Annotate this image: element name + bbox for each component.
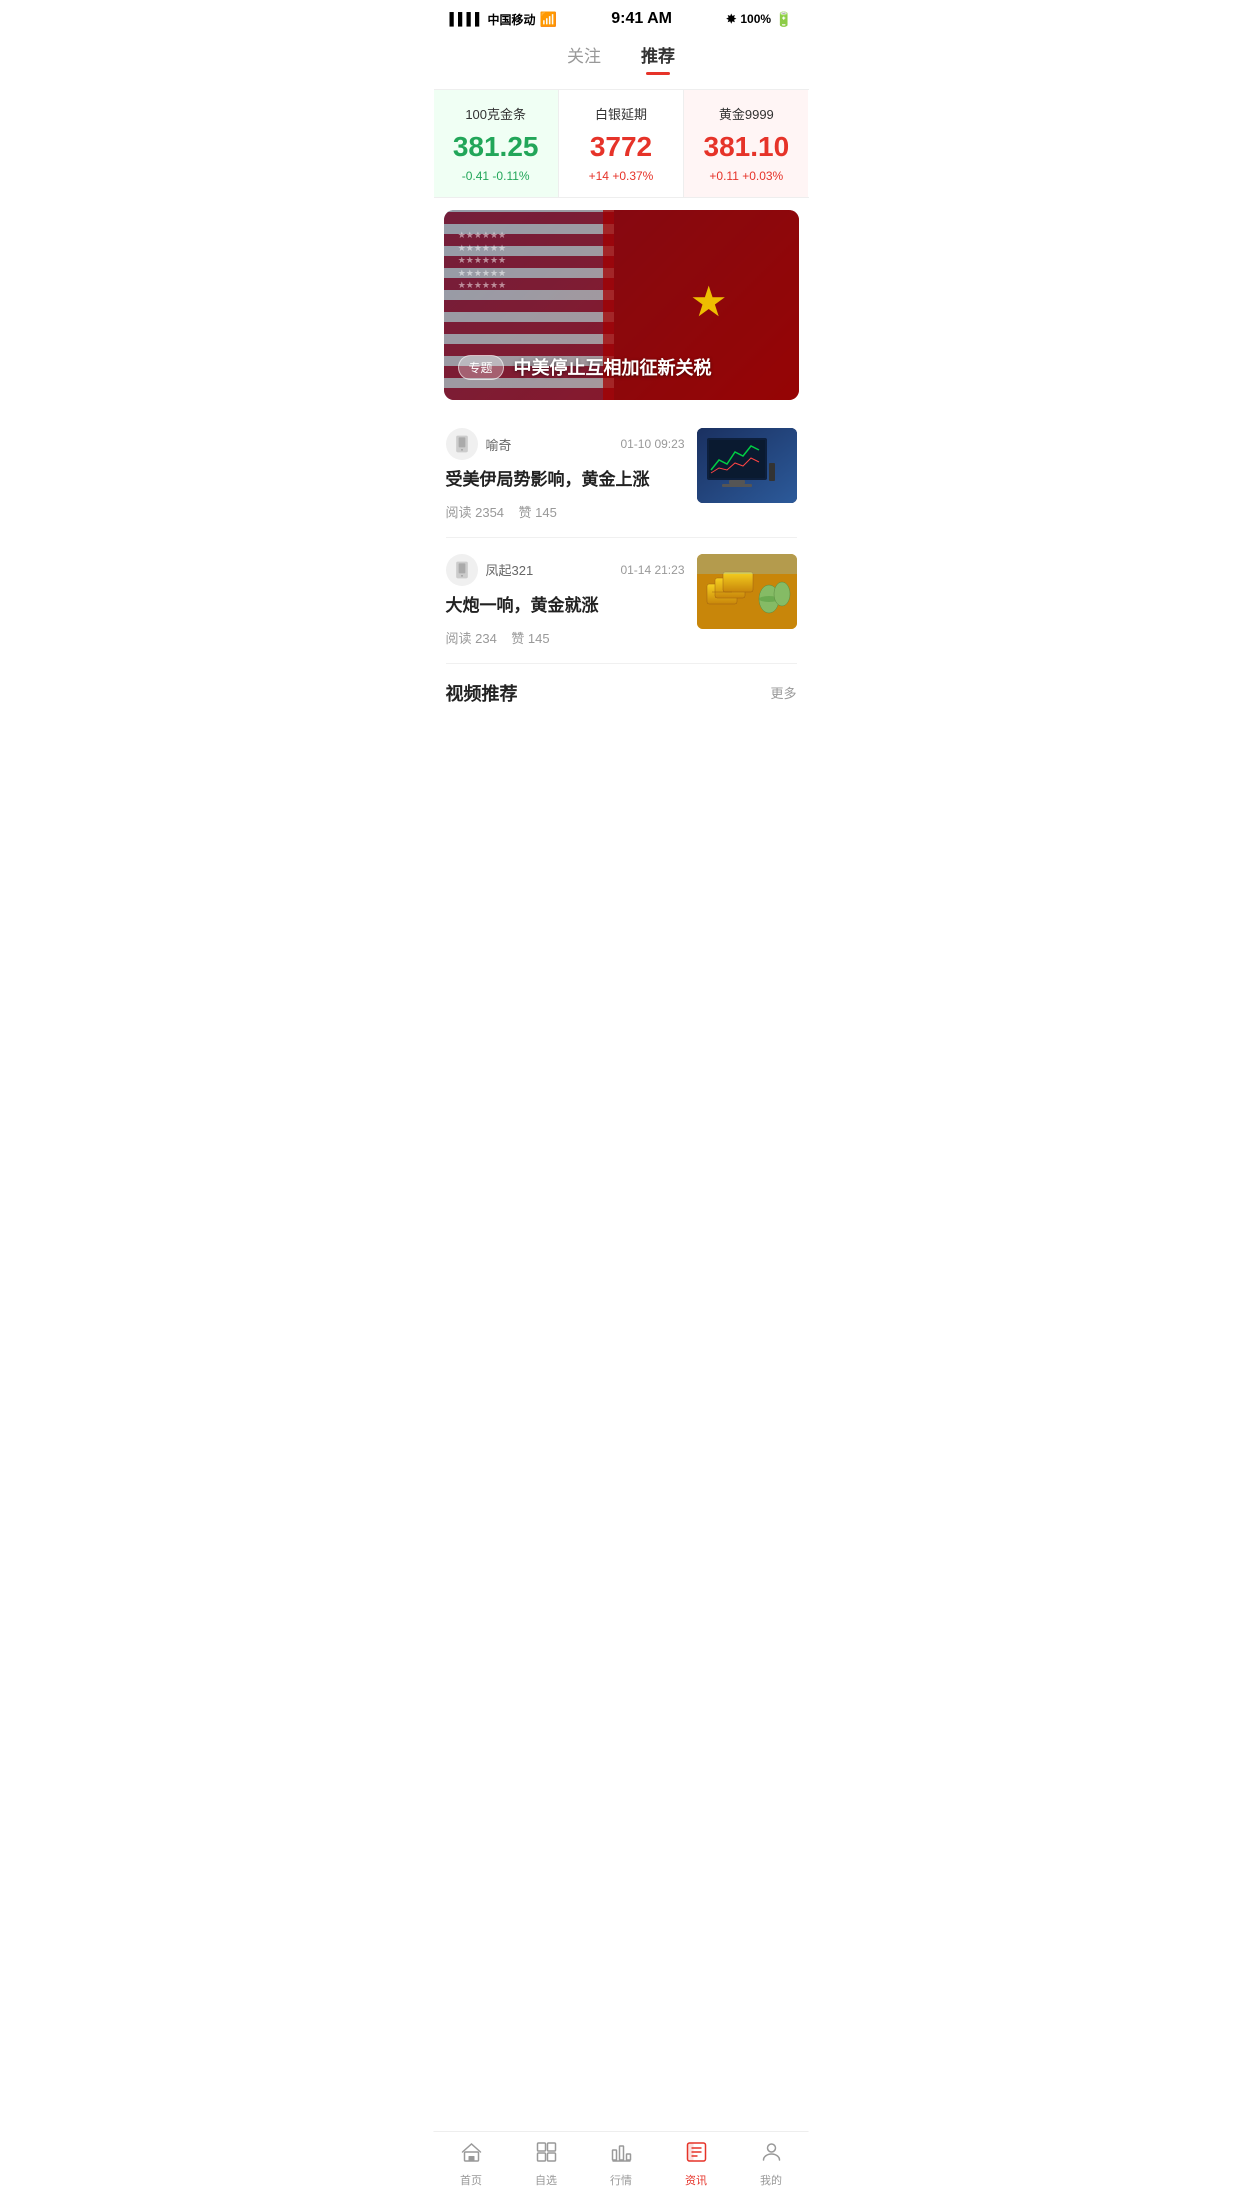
person-icon (759, 2140, 783, 2168)
carrier-name: 中国移动 (488, 11, 536, 28)
news-time-2: 01-14 21:23 (620, 563, 684, 577)
tab-recommend[interactable]: 推荐 (641, 42, 675, 75)
news-headline-1: 受美伊局势影响，黄金上涨 (446, 468, 685, 492)
status-time: 9:41 AM (611, 10, 672, 28)
price-label-gold-9999: 黄金9999 (694, 104, 798, 123)
avatar-phone-icon-2 (452, 560, 472, 580)
price-card-gold-bar[interactable]: 100克金条 381.25 -0.41 -0.11% (434, 90, 559, 197)
news-list: 喻奇 01-10 09:23 受美伊局势影响，黄金上涨 阅读 2354 赞 14… (434, 412, 809, 664)
bottom-tabbar: 首页 自选 行情 (434, 2131, 809, 2208)
wifi-icon: 📶 (540, 11, 557, 28)
avatar-2 (446, 554, 478, 586)
news-icon (684, 2140, 708, 2168)
signal-bars: ▌▌▌▌ (450, 12, 484, 26)
battery-icon: 🔋 (775, 11, 792, 28)
news-time-1: 01-10 09:23 (620, 437, 684, 451)
tab-watchlist[interactable]: 自选 (509, 2140, 584, 2188)
news-likes-1: 赞 145 (519, 505, 557, 520)
price-value-gold-bar: 381.25 (444, 131, 548, 163)
price-value-silver: 3772 (569, 131, 673, 163)
tab-home-label: 首页 (460, 2172, 482, 2188)
news-reads-1: 阅读 2354 (446, 505, 505, 520)
news-stats-1: 阅读 2354 赞 145 (446, 502, 685, 521)
tab-market-label: 行情 (610, 2172, 632, 2188)
price-card-silver[interactable]: 白银延期 3772 +14 +0.37% (559, 90, 684, 197)
news-item-1-left: 喻奇 01-10 09:23 受美伊局势影响，黄金上涨 阅读 2354 赞 14… (446, 428, 685, 521)
price-card-gold-9999[interactable]: 黄金9999 381.10 +0.11 +0.03% (684, 90, 808, 197)
avatar-1 (446, 428, 478, 460)
video-section-header: 视频推荐 更多 (434, 664, 809, 718)
news-thumbnail-2 (697, 554, 797, 629)
tab-market[interactable]: 行情 (584, 2140, 659, 2188)
price-cards: 100克金条 381.25 -0.41 -0.11% 白银延期 3772 +14… (434, 89, 809, 198)
news-meta-1: 喻奇 01-10 09:23 (446, 428, 685, 460)
status-bar: ▌▌▌▌ 中国移动 📶 9:41 AM ✸ 100% 🔋 (434, 0, 809, 34)
banner[interactable]: ★ ★★★★★★★★★★★★★★★★★★★★★★★★★★★★★★ 专题 中美停止… (444, 210, 799, 400)
banner-title: 中美停止互相加征新关税 (514, 354, 712, 380)
news-item-1[interactable]: 喻奇 01-10 09:23 受美伊局势影响，黄金上涨 阅读 2354 赞 14… (446, 412, 797, 538)
chart-bar-icon (609, 2140, 633, 2168)
us-stars-deco: ★★★★★★★★★★★★★★★★★★★★★★★★★★★★★★ (458, 229, 506, 292)
news-headline-2: 大炮一响，黄金就涨 (446, 594, 685, 618)
news-item-2[interactable]: 凤起321 01-14 21:23 大炮一响，黄金就涨 阅读 234 赞 145 (446, 538, 797, 664)
news-reads-2: 阅读 234 (446, 631, 497, 646)
price-label-gold-bar: 100克金条 (444, 104, 548, 123)
tab-news-label: 资讯 (685, 2172, 707, 2188)
thumb-gold-icon (697, 554, 797, 629)
author-name-1: 喻奇 (486, 435, 512, 454)
top-tab-bar: 关注 推荐 (434, 34, 809, 75)
news-author-2: 凤起321 (446, 554, 534, 586)
gold-svg (697, 554, 797, 629)
price-change-gold-bar: -0.41 -0.11% (444, 169, 548, 183)
news-item-2-left: 凤起321 01-14 21:23 大炮一响，黄金就涨 阅读 234 赞 145 (446, 554, 685, 647)
battery-area: ✸ 100% 🔋 (726, 11, 792, 28)
tab-profile[interactable]: 我的 (734, 2140, 809, 2188)
tab-home[interactable]: 首页 (434, 2140, 509, 2188)
video-section-title: 视频推荐 (446, 680, 518, 706)
tab-news[interactable]: 资讯 (659, 2140, 734, 2188)
cn-flag-star: ★ (690, 277, 728, 326)
price-label-silver: 白银延期 (569, 104, 673, 123)
bluetooth-icon: ✸ (726, 12, 736, 26)
news-stats-2: 阅读 234 赞 145 (446, 628, 685, 647)
banner-tag: 专题 (458, 355, 504, 380)
video-section-more[interactable]: 更多 (770, 683, 796, 702)
price-change-gold-9999: +0.11 +0.03% (694, 169, 798, 183)
news-meta-2: 凤起321 01-14 21:23 (446, 554, 685, 586)
thumb-chart-icon (697, 428, 797, 503)
tab-profile-label: 我的 (760, 2172, 782, 2188)
news-author-1: 喻奇 (446, 428, 512, 460)
price-value-gold-9999: 381.10 (694, 131, 798, 163)
tab-follow[interactable]: 关注 (567, 42, 601, 75)
news-thumbnail-1 (697, 428, 797, 503)
grid-icon (534, 2140, 558, 2168)
author-name-2: 凤起321 (486, 560, 534, 579)
news-likes-2: 赞 145 (511, 631, 549, 646)
price-change-silver: +14 +0.37% (569, 169, 673, 183)
carrier-signal: ▌▌▌▌ 中国移动 📶 (450, 11, 557, 28)
chart-svg (697, 428, 797, 503)
avatar-phone-icon (452, 434, 472, 454)
home-icon (459, 2140, 483, 2168)
battery-percent: 100% (740, 12, 771, 26)
tab-watchlist-label: 自选 (535, 2172, 557, 2188)
